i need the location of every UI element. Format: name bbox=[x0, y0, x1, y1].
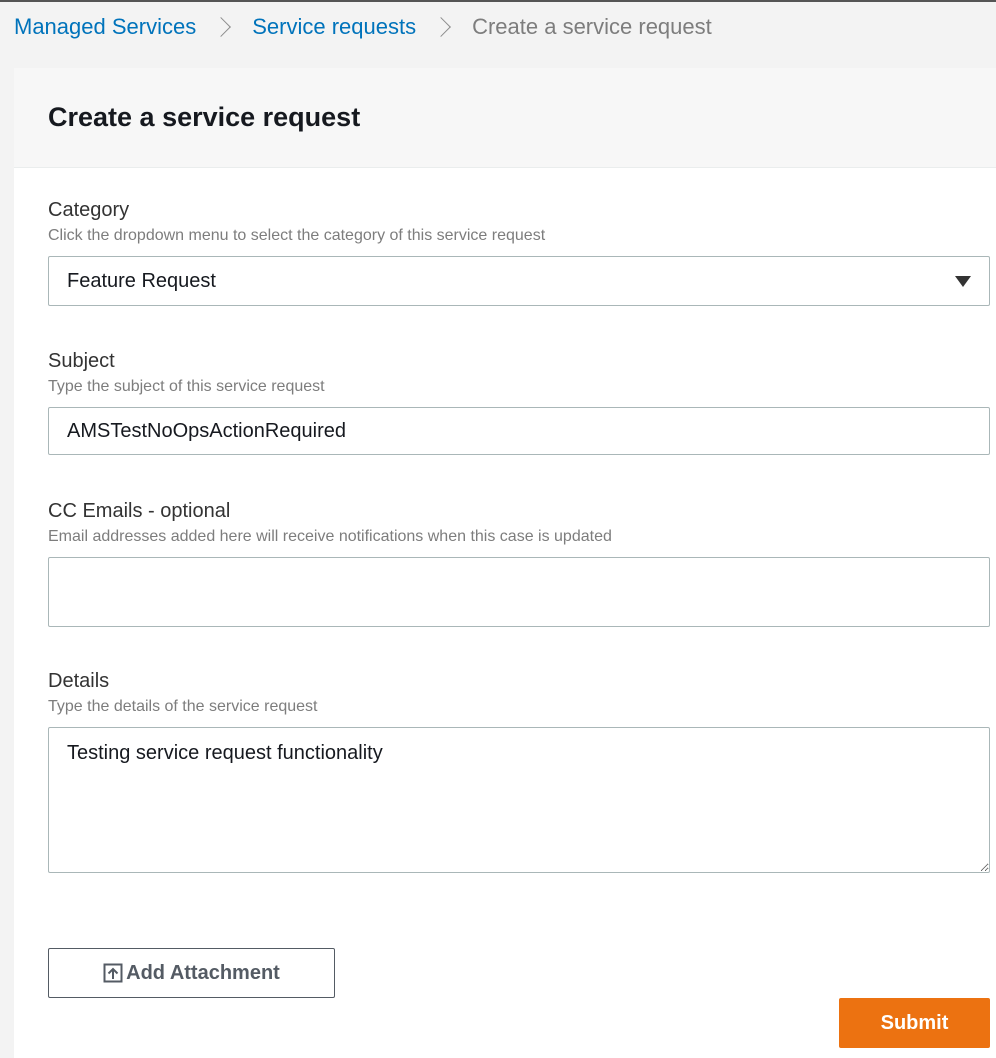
details-textarea[interactable]: Testing service request functionality bbox=[48, 727, 990, 873]
caret-down-icon bbox=[955, 275, 971, 287]
panel-header: Create a service request bbox=[14, 68, 996, 168]
submit-button[interactable]: Submit bbox=[839, 998, 990, 1048]
chevron-right-icon bbox=[431, 17, 451, 37]
subject-input[interactable] bbox=[48, 407, 990, 455]
breadcrumb-service-requests[interactable]: Service requests bbox=[252, 14, 416, 40]
subject-field: Subject Type the subject of this service… bbox=[48, 349, 990, 455]
category-select[interactable]: Feature Request bbox=[48, 256, 990, 306]
details-description: Type the details of the service request bbox=[48, 698, 318, 715]
upload-icon bbox=[103, 963, 123, 983]
category-field: Category Click the dropdown menu to sele… bbox=[48, 198, 990, 306]
create-service-request-panel: Create a service request Category Click … bbox=[14, 68, 996, 1058]
cc-emails-description: Email addresses added here will receive … bbox=[48, 528, 612, 545]
breadcrumb: Managed Services Service requests Create… bbox=[14, 12, 712, 42]
cc-emails-input[interactable] bbox=[48, 557, 990, 627]
window-top-border bbox=[0, 0, 996, 6]
add-attachment-label: Add Attachment bbox=[126, 961, 280, 984]
category-label: Category bbox=[48, 199, 130, 221]
breadcrumb-current: Create a service request bbox=[472, 14, 712, 39]
cc-emails-label: CC Emails - optional bbox=[48, 500, 231, 522]
subject-label: Subject bbox=[48, 350, 115, 372]
breadcrumb-managed-services[interactable]: Managed Services bbox=[14, 14, 196, 40]
category-description: Click the dropdown menu to select the ca… bbox=[48, 227, 546, 244]
category-selected-value: Feature Request bbox=[67, 269, 216, 292]
add-attachment-button[interactable]: Add Attachment bbox=[48, 948, 335, 998]
cc-emails-field: CC Emails - optional Email addresses add… bbox=[48, 499, 990, 627]
chevron-right-icon bbox=[211, 17, 232, 37]
subject-description: Type the subject of this service request bbox=[48, 378, 325, 395]
details-label: Details bbox=[48, 670, 110, 692]
page-title: Create a service request bbox=[48, 102, 361, 132]
details-field: Details Type the details of the service … bbox=[48, 669, 990, 873]
